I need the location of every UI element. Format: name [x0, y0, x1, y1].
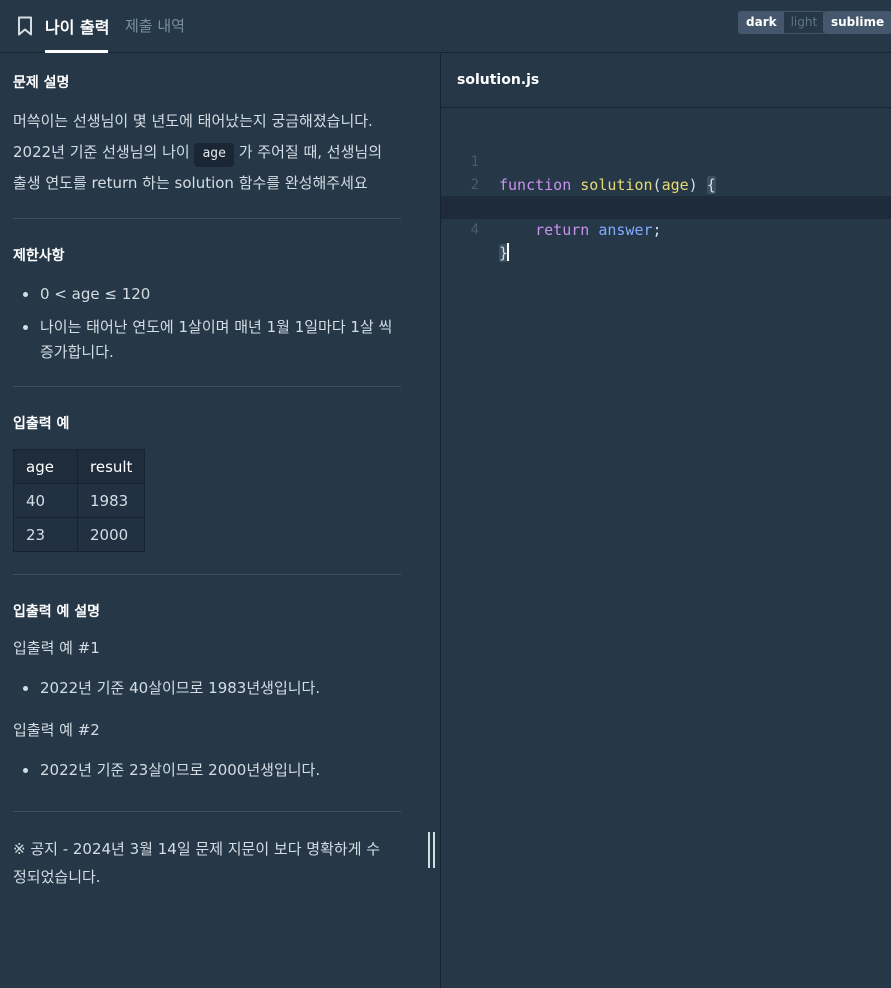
active-tab-indicator — [45, 50, 108, 53]
divider — [13, 574, 401, 575]
theme-light-button[interactable]: light — [784, 12, 825, 33]
column-header: result — [76, 449, 146, 484]
code-editor[interactable]: 1 function solution(age) { 2 var answer … — [441, 108, 891, 988]
theme-dark-button[interactable]: dark — [739, 12, 784, 33]
constraints-section: 제한사항 0 < age ≤ 120 나이는 태어난 연도에 1살이며 매년 1… — [13, 245, 401, 365]
list-item: 2022년 기준 23살이므로 2000년생입니다. — [0, 758, 401, 783]
column-header: age — [13, 449, 78, 484]
bookmark-icon[interactable] — [17, 16, 33, 36]
keymap-toggle: sublime — [823, 11, 891, 34]
editor-panel: solution.js 1 function solution(age) { 2… — [441, 54, 891, 988]
constraints-heading: 제한사항 — [13, 248, 65, 264]
theme-toggle: dark light — [738, 11, 826, 34]
file-name: solution.js — [457, 72, 540, 88]
code-line-4[interactable]: 4 } — [441, 196, 891, 262]
notice: ※ 공지 - 2024년 3월 14일 문제 지문이 보다 명확하게 수 정되었… — [13, 835, 401, 891]
list-item: 나이는 태어난 연도에 1살이며 매년 1월 1일마다 1살 씩 증가합니다. — [0, 315, 401, 365]
table-header-row: age result — [13, 449, 146, 484]
constraints-list: 0 < age ≤ 120 나이는 태어난 연도에 1살이며 매년 1월 1일마… — [0, 282, 401, 365]
table-cell: 2000 — [76, 517, 146, 552]
list-item: 2022년 기준 40살이므로 1983년생입니다. — [0, 676, 401, 701]
examples-section: 입출력 예 age result 40 1983 23 2000 — [13, 413, 401, 552]
line-number: 4 — [470, 222, 479, 238]
example-2-list: 2022년 기준 23살이므로 2000년생입니다. — [0, 758, 401, 783]
table-row: 23 2000 — [13, 517, 146, 552]
notice-text: ※ 공지 - 2024년 3월 14일 문제 지문이 보다 명확하게 수 정되었… — [13, 840, 381, 886]
problem-text: 머쓱이는 선생님이 몇 년도에 태어났는지 궁금해졌습니다. 2022년 기준 … — [13, 112, 383, 192]
divider — [13, 386, 401, 387]
divider — [13, 218, 401, 219]
code-line-3[interactable]: 3 return answer; — [441, 173, 891, 239]
example-2-title: 입출력 예 #2 — [13, 721, 100, 739]
panel-resize-handle[interactable] — [427, 832, 437, 868]
problem-description: 문제 설명 머쓱이는 선생님이 몇 년도에 태어났는지 궁금해졌습니다. 202… — [13, 72, 401, 199]
text-cursor — [507, 243, 510, 261]
problem-panel: 문제 설명 머쓱이는 선생님이 몇 년도에 태어났는지 궁금해졌습니다. 202… — [0, 54, 440, 988]
keymap-sublime-button[interactable]: sublime — [824, 12, 891, 33]
tab-submissions[interactable]: 제출 내역 — [125, 15, 185, 54]
inline-code-age: age — [194, 143, 234, 167]
list-item: 0 < age ≤ 120 — [0, 282, 401, 307]
examples-table: age result 40 1983 23 2000 — [13, 449, 146, 552]
code-line-1[interactable]: 1 function solution(age) { — [441, 128, 891, 194]
top-tab-bar: 나이 출력 제출 내역 dark light sublime — [0, 0, 891, 53]
examples-heading: 입출력 예 — [13, 416, 70, 432]
problem-heading: 문제 설명 — [13, 75, 70, 91]
file-tab-bar: solution.js — [441, 54, 891, 108]
divider — [13, 811, 401, 812]
tab-problem[interactable]: 나이 출력 — [45, 14, 109, 53]
example-explanation-section: 입출력 예 설명 입출력 예 #1 2022년 기준 40살이므로 1983년생… — [13, 601, 401, 783]
code-line-2[interactable]: 2 var answer = 0; — [441, 151, 891, 217]
example-explanation-heading: 입출력 예 설명 — [13, 604, 101, 620]
example-1-title: 입출력 예 #1 — [13, 639, 100, 657]
table-cell: 1983 — [76, 483, 146, 518]
table-row: 40 1983 — [13, 483, 146, 518]
table-cell: 23 — [13, 517, 78, 552]
example-1-list: 2022년 기준 40살이므로 1983년생입니다. — [0, 676, 401, 701]
table-cell: 40 — [13, 483, 78, 518]
